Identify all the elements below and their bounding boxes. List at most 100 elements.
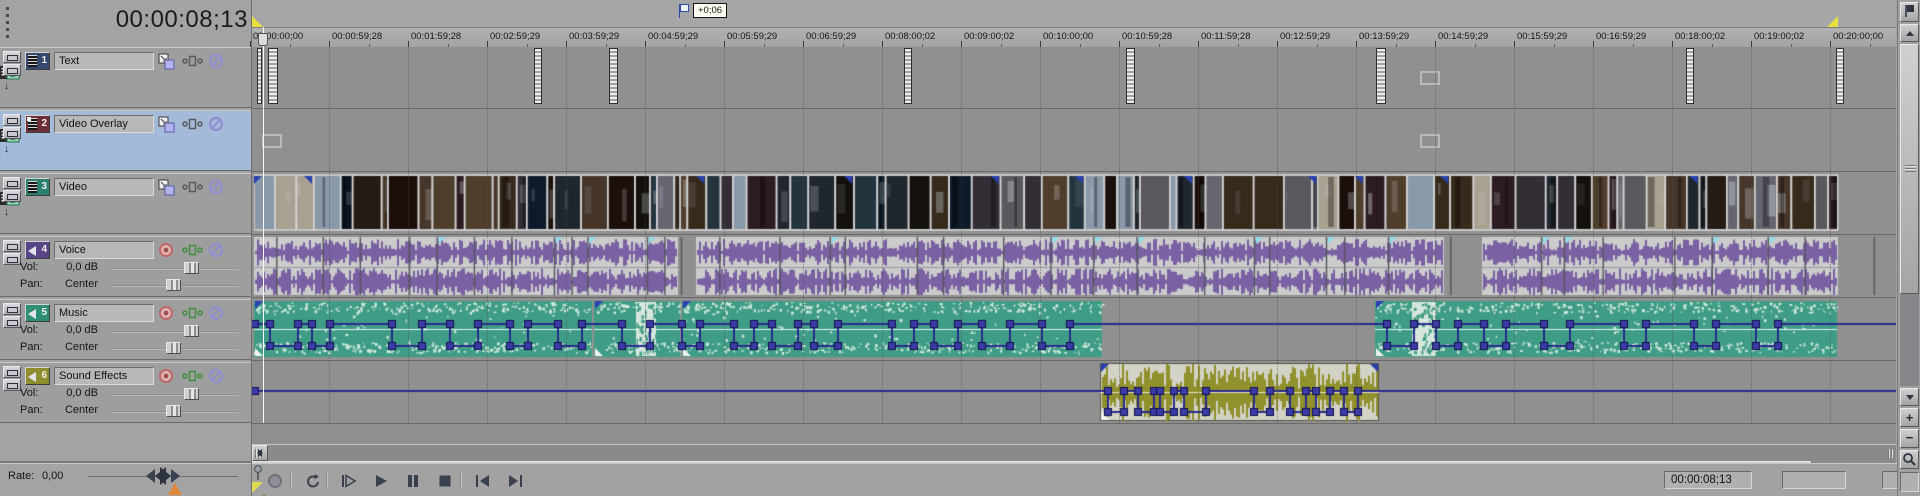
text-event-clip[interactable] <box>268 48 278 104</box>
track-icon[interactable]: 1 <box>25 52 50 70</box>
track-minimize-button[interactable] <box>3 177 21 189</box>
loop-region-start-marker[interactable] <box>252 16 263 27</box>
transport-record-button[interactable] <box>262 470 288 492</box>
track-restore-button[interactable] <box>3 190 21 202</box>
pan-slider-thumb[interactable] <box>166 342 181 354</box>
track-minimize-button[interactable] <box>3 366 21 378</box>
ghost-film-event[interactable] <box>1420 134 1440 148</box>
text-event-clip[interactable] <box>1836 48 1844 104</box>
playhead-handle[interactable] <box>258 33 268 46</box>
transport-go-to-end-button[interactable] <box>502 470 528 492</box>
text-event-clip[interactable] <box>1376 48 1386 104</box>
mute-icon[interactable] <box>208 242 225 259</box>
text-event-clip[interactable] <box>534 48 542 104</box>
transport-play-from-start-button[interactable] <box>336 470 362 492</box>
panel-grip-icon[interactable] <box>6 7 9 39</box>
transport-go-to-start-button[interactable] <box>470 470 496 492</box>
bus-icon[interactable] <box>182 116 203 133</box>
sound-effects-events-canvas[interactable] <box>252 362 1896 423</box>
ghost-film-event[interactable] <box>1420 71 1440 85</box>
vscroll-up-button[interactable] <box>1900 24 1919 42</box>
track-header-music[interactable]: 5Music!Vol:0,0 dBPan:Center <box>0 299 251 360</box>
bus-icon[interactable] <box>182 305 203 322</box>
transport-pause-button[interactable] <box>400 470 426 492</box>
vscroll-down-button[interactable] <box>1900 388 1919 406</box>
voice-events-canvas[interactable] <box>252 236 1896 297</box>
volume-slider-thumb[interactable] <box>184 325 199 337</box>
volume-slider-track[interactable] <box>112 394 238 396</box>
text-event-clip[interactable] <box>1686 48 1694 104</box>
volume-slider-track[interactable] <box>112 268 238 270</box>
track-header-text[interactable]: 1Text!α↓ <box>0 47 251 108</box>
zoom-in-track-height-button[interactable]: + <box>1900 408 1919 427</box>
bus-icon[interactable] <box>182 368 203 385</box>
timecode-display[interactable]: 00:00:08;13 <box>20 6 248 38</box>
track-restore-button[interactable] <box>3 379 21 391</box>
mute-icon[interactable] <box>208 116 225 133</box>
track-header-sound-effects[interactable]: 6Sound Effects!Vol:0,0 dBPan:Center <box>0 362 251 423</box>
marker-offset-label[interactable]: +0;06 <box>693 3 728 18</box>
track-icon[interactable]: 6 <box>25 367 50 385</box>
track-header-video[interactable]: 3Video!α↓ <box>0 173 251 234</box>
track-header-video-overlay[interactable]: 2Video Overlay!α↓ <box>0 110 251 171</box>
cursor-position-field[interactable]: 00:00:08;13 <box>1664 471 1752 489</box>
pan-slider-thumb[interactable] <box>166 405 181 417</box>
record-arm-icon[interactable] <box>158 305 175 322</box>
mute-icon[interactable] <box>208 53 225 70</box>
compositing-mode-icon[interactable] <box>158 116 175 133</box>
text-event-clip[interactable] <box>904 48 912 104</box>
bus-icon[interactable] <box>182 179 203 196</box>
volume-slider-thumb[interactable] <box>184 388 199 400</box>
track-minimize-button[interactable] <box>3 303 21 315</box>
time-ruler[interactable]: 00:00:00;00 00:00:59;28 00:01:59;28 00:02:5… <box>250 28 1896 48</box>
loop-region-end-marker[interactable] <box>1827 16 1838 27</box>
record-arm-icon[interactable] <box>158 368 175 385</box>
marker-tool-button[interactable] <box>1900 2 1919 22</box>
text-event-clip[interactable] <box>1126 48 1135 104</box>
transport-play-button[interactable] <box>368 470 394 492</box>
track-icon[interactable]: 2 <box>25 115 50 133</box>
music-events-canvas[interactable] <box>252 299 1896 360</box>
track-icon[interactable]: 5 <box>25 304 50 322</box>
mute-icon[interactable] <box>208 305 225 322</box>
bus-icon[interactable] <box>182 242 203 259</box>
mute-icon[interactable] <box>208 179 225 196</box>
compositing-mode-icon[interactable] <box>158 53 175 70</box>
track-name-box[interactable]: Video <box>54 178 154 196</box>
marker-bar[interactable]: +0;06 <box>252 0 1896 28</box>
track-restore-button[interactable] <box>3 316 21 328</box>
selection-start-field[interactable] <box>1782 471 1846 489</box>
track-restore-button[interactable] <box>3 64 21 76</box>
compositing-mode-icon[interactable] <box>158 179 175 196</box>
track-minimize-button[interactable] <box>3 114 21 126</box>
track-minimize-button[interactable] <box>3 51 21 63</box>
track-name-box[interactable]: Sound Effects <box>54 367 154 385</box>
volume-slider-track[interactable] <box>112 331 238 333</box>
transport-stop-button[interactable] <box>432 470 458 492</box>
horizontal-scrollbar[interactable]: + <box>252 444 1896 496</box>
bus-icon[interactable] <box>182 53 203 70</box>
transport-loop-button[interactable] <box>300 470 326 492</box>
record-arm-icon[interactable] <box>158 242 175 259</box>
track-restore-button[interactable] <box>3 253 21 265</box>
track-restore-button[interactable] <box>3 127 21 139</box>
track-name-box[interactable]: Video Overlay <box>54 115 154 133</box>
track-name-box[interactable]: Music <box>54 304 154 322</box>
mute-icon[interactable] <box>208 368 225 385</box>
make-compositing-child-icon[interactable]: ↓ <box>0 206 13 220</box>
track-icon[interactable]: 4 <box>25 241 50 259</box>
marker-flag-icon[interactable] <box>679 4 691 18</box>
zoom-out-button[interactable]: − <box>1900 429 1919 448</box>
make-compositing-child-icon[interactable]: ↓ <box>0 143 13 157</box>
track-name-box[interactable]: Text <box>54 52 154 70</box>
make-compositing-child-icon[interactable]: ↓ <box>0 80 13 94</box>
ghost-film-event[interactable] <box>262 134 282 148</box>
track-header-voice[interactable]: 4Voice!Vol:0,0 dBPan:Center <box>0 236 251 297</box>
volume-slider-thumb[interactable] <box>184 262 199 274</box>
zoom-tool-button[interactable] <box>1900 450 1919 469</box>
text-event-clip[interactable] <box>609 48 618 104</box>
text-event-clip[interactable] <box>257 48 262 104</box>
track-name-box[interactable]: Voice <box>54 241 154 259</box>
track-icon[interactable]: 3 <box>25 178 50 196</box>
warning-icon[interactable] <box>168 483 182 495</box>
